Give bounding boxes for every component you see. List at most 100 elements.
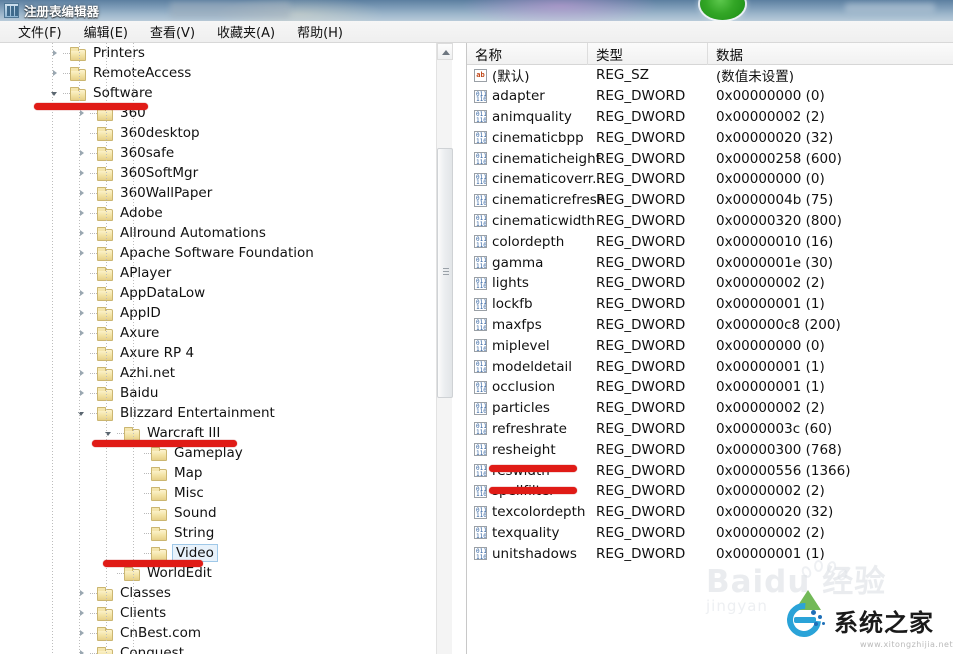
- value-name: cinematicbpp: [492, 130, 584, 146]
- value-row[interactable]: 011110lockfbREG_DWORD0x00000001 (1): [467, 294, 953, 315]
- tree-node-axure[interactable]: Axure: [0, 323, 453, 343]
- tree-node-worldedit[interactable]: WorldEdit: [0, 563, 453, 583]
- tree-node-360[interactable]: 360: [0, 103, 453, 123]
- value-row[interactable]: 011110unitshadowsREG_DWORD0x00000001 (1): [467, 543, 953, 564]
- tree-node-allround-automations[interactable]: Allround Automations: [0, 223, 453, 243]
- tree-connector-line: [90, 248, 97, 259]
- value-row[interactable]: ab(默认)REG_SZ(数值未设置): [467, 65, 953, 86]
- scroll-up-arrow-icon[interactable]: [437, 43, 453, 60]
- tree-node-label: Allround Automations: [118, 225, 268, 241]
- tree-node-misc[interactable]: Misc: [0, 483, 453, 503]
- value-row[interactable]: 011110reswidthREG_DWORD0x00000556 (1366): [467, 460, 953, 481]
- registry-values-pane[interactable]: 名称 类型 数据 ab(默认)REG_SZ(数值未设置)011110adapte…: [466, 43, 953, 654]
- tree-node-appid[interactable]: AppID: [0, 303, 453, 323]
- tree-node-software[interactable]: Software: [0, 83, 453, 103]
- tree-node-label: Warcraft III: [145, 425, 222, 441]
- value-name: modeldetail: [492, 359, 572, 375]
- value-type: REG_DWORD: [588, 192, 708, 208]
- column-header-data[interactable]: 数据: [708, 43, 953, 65]
- tree-node-printers[interactable]: Printers: [0, 43, 453, 63]
- dword-value-icon: 011110: [474, 131, 487, 144]
- tree-node-map[interactable]: Map: [0, 463, 453, 483]
- value-data: (数值未设置): [708, 65, 953, 85]
- tree-node-classes[interactable]: Classes: [0, 583, 453, 603]
- menu-bar: 文件(F) 编辑(E) 查看(V) 收藏夹(A) 帮助(H): [0, 21, 953, 43]
- value-type: REG_DWORD: [588, 379, 708, 395]
- menu-item-help[interactable]: 帮助(H): [286, 20, 354, 44]
- tree-node-adobe[interactable]: Adobe: [0, 203, 453, 223]
- registry-tree-pane[interactable]: PrintersRemoteAccessSoftware360360deskto…: [0, 43, 466, 654]
- value-row[interactable]: 011110texqualityREG_DWORD0x00000002 (2): [467, 523, 953, 544]
- tree-vertical-scrollbar[interactable]: [436, 43, 452, 654]
- tree-node-axure-rp-4[interactable]: Axure RP 4: [0, 343, 453, 363]
- registry-tree-list[interactable]: PrintersRemoteAccessSoftware360360deskto…: [0, 43, 453, 654]
- column-header-name[interactable]: 名称: [467, 43, 588, 65]
- tree-node-sound[interactable]: Sound: [0, 503, 453, 523]
- dword-value-icon: 011110: [474, 256, 487, 269]
- tree-node-warcraft-iii[interactable]: Warcraft III: [0, 423, 453, 443]
- tree-node-label: Conquest: [118, 645, 186, 654]
- tree-connector-line: [144, 488, 151, 499]
- value-name-cell: ab(默认): [467, 65, 588, 85]
- tree-node-gameplay[interactable]: Gameplay: [0, 443, 453, 463]
- desktop-blur-shape-right: [845, 3, 935, 13]
- scrollbar-thumb[interactable]: [437, 148, 453, 398]
- tree-node-appdatalow[interactable]: AppDataLow: [0, 283, 453, 303]
- value-row[interactable]: 011110maxfpsREG_DWORD0x000000c8 (200): [467, 315, 953, 336]
- value-row[interactable]: 011110cinematicwidthREG_DWORD0x00000320 …: [467, 211, 953, 232]
- folder-icon: [97, 107, 112, 120]
- value-row[interactable]: 011110occlusionREG_DWORD0x00000001 (1): [467, 377, 953, 398]
- value-row[interactable]: 011110animqualityREG_DWORD0x00000002 (2): [467, 107, 953, 128]
- value-name-cell: 011110modeldetail: [467, 359, 588, 375]
- column-header-type[interactable]: 类型: [588, 43, 708, 65]
- tree-node-remoteaccess[interactable]: RemoteAccess: [0, 63, 453, 83]
- folder-icon: [97, 247, 112, 260]
- tree-connector-line: [63, 88, 70, 99]
- menu-item-view[interactable]: 查看(V): [139, 20, 206, 44]
- value-row[interactable]: 011110texcolordepthREG_DWORD0x00000020 (…: [467, 502, 953, 523]
- tree-node-baidu[interactable]: Baidu: [0, 383, 453, 403]
- value-name-cell: 011110texquality: [467, 525, 588, 541]
- menu-item-edit[interactable]: 编辑(E): [73, 20, 139, 44]
- value-row[interactable]: 011110particlesREG_DWORD0x00000002 (2): [467, 398, 953, 419]
- tree-node-string[interactable]: String: [0, 523, 453, 543]
- values-list[interactable]: ab(默认)REG_SZ(数值未设置)011110adapterREG_DWOR…: [467, 65, 953, 564]
- dword-value-icon: 011110: [474, 464, 487, 477]
- tree-node-video[interactable]: Video: [0, 543, 453, 563]
- value-row[interactable]: 011110miplevelREG_DWORD0x00000000 (0): [467, 335, 953, 356]
- value-data: 0x0000004b (75): [708, 192, 953, 208]
- value-row[interactable]: 011110cinematicbppREG_DWORD0x00000020 (3…: [467, 127, 953, 148]
- tree-connector-line: [144, 508, 151, 519]
- tree-node-clients[interactable]: Clients: [0, 603, 453, 623]
- tree-node-360softmgr[interactable]: 360SoftMgr: [0, 163, 453, 183]
- value-row[interactable]: 011110cinematicoverr...REG_DWORD0x000000…: [467, 169, 953, 190]
- tree-node-360wallpaper[interactable]: 360WallPaper: [0, 183, 453, 203]
- tree-node-azhi-net[interactable]: Azhi.net: [0, 363, 453, 383]
- tree-connector-line: [90, 148, 97, 159]
- value-row[interactable]: 011110gammaREG_DWORD0x0000001e (30): [467, 252, 953, 273]
- menu-item-file[interactable]: 文件(F): [7, 20, 73, 44]
- value-row[interactable]: 011110resheightREG_DWORD0x00000300 (768): [467, 439, 953, 460]
- tree-node-apache-software-foundation[interactable]: Apache Software Foundation: [0, 243, 453, 263]
- value-row[interactable]: 011110refreshrateREG_DWORD0x0000003c (60…: [467, 419, 953, 440]
- value-row[interactable]: 011110modeldetailREG_DWORD0x00000001 (1): [467, 356, 953, 377]
- menu-item-favorites[interactable]: 收藏夹(A): [206, 20, 286, 44]
- value-name-cell: 011110cinematicrefresh: [467, 192, 588, 208]
- value-row[interactable]: 011110cinematicrefreshREG_DWORD0x0000004…: [467, 190, 953, 211]
- value-row[interactable]: 011110colordepthREG_DWORD0x00000010 (16): [467, 231, 953, 252]
- value-row[interactable]: 011110adapterREG_DWORD0x00000000 (0): [467, 86, 953, 107]
- tree-node-cnbest-com[interactable]: CnBest.com: [0, 623, 453, 643]
- tree-connector-line: [90, 308, 97, 319]
- value-row[interactable]: 011110spellfilterREG_DWORD0x00000002 (2): [467, 481, 953, 502]
- tree-node-conquest[interactable]: Conquest: [0, 643, 453, 654]
- tree-node-label: CnBest.com: [118, 625, 203, 641]
- tree-node-360safe[interactable]: 360safe: [0, 143, 453, 163]
- folder-icon: [97, 307, 112, 320]
- value-row[interactable]: 011110cinematicheightREG_DWORD0x00000258…: [467, 148, 953, 169]
- tree-node-blizzard-entertainment[interactable]: Blizzard Entertainment: [0, 403, 453, 423]
- tree-node-360desktop[interactable]: 360desktop: [0, 123, 453, 143]
- tree-node-aplayer[interactable]: APlayer: [0, 263, 453, 283]
- folder-icon: [97, 387, 112, 400]
- value-row[interactable]: 011110lightsREG_DWORD0x00000002 (2): [467, 273, 953, 294]
- value-name-cell: 011110spellfilter: [467, 483, 588, 499]
